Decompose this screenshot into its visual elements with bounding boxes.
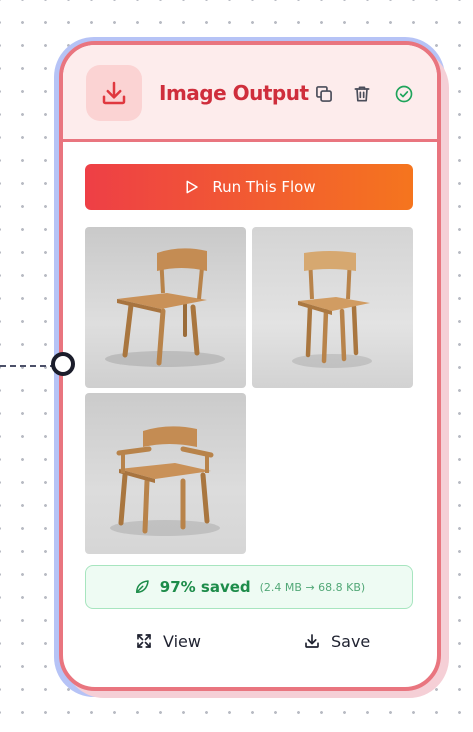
copy-button[interactable] [313,83,335,105]
savings-detail: (2.4 MB → 68.8 KB) [259,580,366,594]
chair-image-1 [85,227,246,388]
node-input-handle[interactable] [51,352,75,376]
connection-edge [0,365,56,367]
chair-image-2 [252,227,413,388]
leaf-icon [135,580,149,593]
save-button[interactable]: Save [303,629,370,653]
copy-icon [316,86,332,102]
run-flow-label: Run This Flow [212,178,316,196]
chair-thumbnail-2[interactable] [252,227,413,388]
chair-thumbnail-3[interactable] [85,393,246,554]
image-output-node[interactable]: Image Output Run This Flow 97% saved (2.… [59,41,441,691]
trash-icon [354,86,370,102]
expand-icon [137,634,151,648]
check-circle-icon [395,85,413,103]
run-flow-button[interactable]: Run This Flow [85,164,413,210]
view-button[interactable]: View [135,629,201,653]
node-type-icon-box [86,65,142,121]
status-indicator [393,83,415,105]
play-icon [186,180,199,194]
view-label: View [163,631,201,651]
delete-button[interactable] [351,83,373,105]
chair-thumbnail-1[interactable] [85,227,246,388]
node-title: Image Output [159,81,309,105]
compression-savings-badge: 97% saved (2.4 MB → 68.8 KB) [85,565,413,609]
savings-percent: 97% saved [159,578,251,596]
download-icon [305,634,319,648]
node-header[interactable]: Image Output [63,45,437,142]
download-icon [102,81,126,105]
save-label: Save [331,631,371,651]
chair-image-3 [85,393,246,554]
